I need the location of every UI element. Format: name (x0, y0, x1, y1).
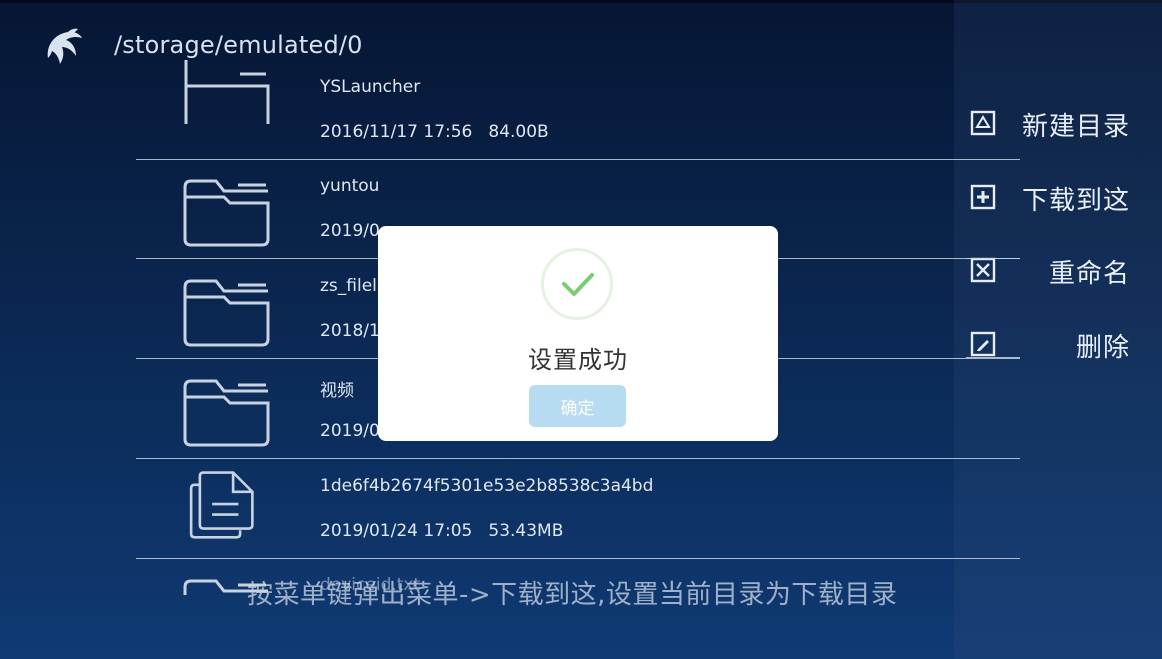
folder-icon (184, 60, 270, 124)
check-icon (562, 273, 594, 296)
success-dialog: 设置成功 确定 (378, 226, 778, 441)
file-name: yuntou (320, 176, 380, 196)
plus-box-icon (970, 184, 996, 210)
file-date: 2016/11/17 17:56 (320, 122, 473, 142)
file-meta: 2019/0 (320, 421, 380, 441)
file-name: zs_filel (320, 276, 377, 296)
file-size: 53.43MB (488, 521, 564, 541)
menu-item-download-here[interactable]: 下载到这 (966, 174, 1162, 216)
file-date: 2019/0 (320, 221, 380, 241)
menu-divider (966, 258, 1020, 259)
folder-icon (183, 179, 270, 247)
menu-item-delete[interactable]: 删除 (966, 321, 1162, 363)
file-date: 2019/01/24 17:05 (320, 521, 473, 541)
dialog-title: 设置成功 (528, 346, 628, 374)
list-item[interactable]: YSLauncher 2016/11/17 17:56 84.00B (136, 60, 1020, 160)
file-name: 1de6f4b2674f5301e53e2b8538c3a4bd (320, 476, 654, 496)
menu-label: 删除 (1075, 333, 1130, 363)
folder-icon (183, 279, 270, 347)
menu-label: 重命名 (1048, 259, 1130, 289)
menu-label: 下载到这 (1021, 186, 1130, 216)
check-circle (541, 248, 613, 320)
edit-box-icon (970, 331, 996, 357)
folder-icon (183, 379, 270, 447)
rename-box-icon (970, 257, 996, 283)
dolphin-logo-icon[interactable] (42, 26, 86, 70)
list-item[interactable]: 1de6f4b2674f5301e53e2b8538c3a4bd 2019/01… (136, 459, 1020, 559)
file-copy-icon (189, 471, 254, 539)
new-folder-icon (970, 110, 996, 136)
file-size: 84.00B (488, 122, 549, 142)
current-path: /storage/emulated/0 (114, 31, 363, 59)
hint-label: 按菜单键弹出菜单->下载到这,设置当前目录为下载目录 (247, 580, 898, 610)
file-date: 2018/1 (320, 321, 380, 341)
file-meta: 2019/01/24 17:05 53.43MB (320, 521, 563, 541)
file-meta: 2019/0 (320, 221, 380, 241)
file-meta: 2016/11/17 17:56 84.00B (320, 122, 549, 142)
menu-divider (966, 357, 1020, 358)
file-name: YSLauncher (320, 77, 421, 97)
menu-label: 新建目录 (1021, 112, 1130, 142)
file-meta: 2018/1 (320, 321, 380, 341)
file-date: 2019/0 (320, 421, 380, 441)
menu-item-rename[interactable]: 重命名 (966, 247, 1162, 289)
ok-button[interactable]: 确定 (529, 385, 626, 427)
menu-item-new-folder[interactable]: 新建目录 (966, 100, 1162, 142)
file-name: 视频 (320, 381, 354, 401)
